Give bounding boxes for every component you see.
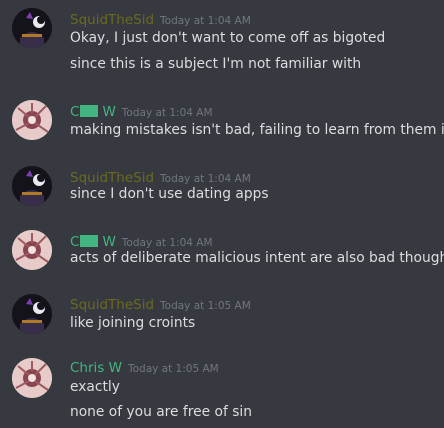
avatar[interactable] [12,8,52,48]
redaction-block [80,235,99,247]
avatar[interactable] [12,358,52,398]
message-text: exactly [70,379,120,395]
username-first: C [70,104,80,120]
avatar[interactable] [12,100,52,140]
username[interactable]: Chris W [70,360,122,376]
message-text: making mistakes isn't bad, failing to le… [70,122,444,138]
avatar-image [12,230,52,270]
avatar-image [12,100,52,140]
avatar[interactable] [12,294,52,334]
avatar-image [12,166,52,206]
timestamp: Today at 1:05 AM [160,300,251,312]
avatar-image [12,358,52,398]
message-text: like joining croints [70,315,196,331]
username-last: W [102,234,116,250]
timestamp: Today at 1:04 AM [160,173,251,185]
username[interactable]: SquidTheSid [70,12,154,28]
timestamp: Today at 1:04 AM [121,237,213,249]
message-text: none of you are free of sin [70,404,252,420]
avatar[interactable] [12,166,52,206]
username-last: W [102,104,116,120]
timestamp: Today at 1:05 AM [127,363,219,375]
timestamp: Today at 1:04 AM [160,15,251,27]
username-first: C [70,234,80,250]
message-text: acts of deliberate malicious intent are … [70,250,444,266]
redaction-block [80,105,99,117]
avatar[interactable] [12,230,52,270]
username[interactable]: CW [70,234,116,250]
avatar-image [12,8,52,48]
timestamp: Today at 1:04 AM [121,107,213,119]
message-text: since this is a subject I'm not familiar… [70,56,362,72]
avatar-image [12,294,52,334]
username[interactable]: SquidTheSid [70,297,154,313]
message-text: Okay, I just don't want to come off as b… [70,30,386,46]
message-text: since I don't use dating apps [70,186,269,202]
username[interactable]: SquidTheSid [70,170,154,186]
username[interactable]: CW [70,104,116,120]
